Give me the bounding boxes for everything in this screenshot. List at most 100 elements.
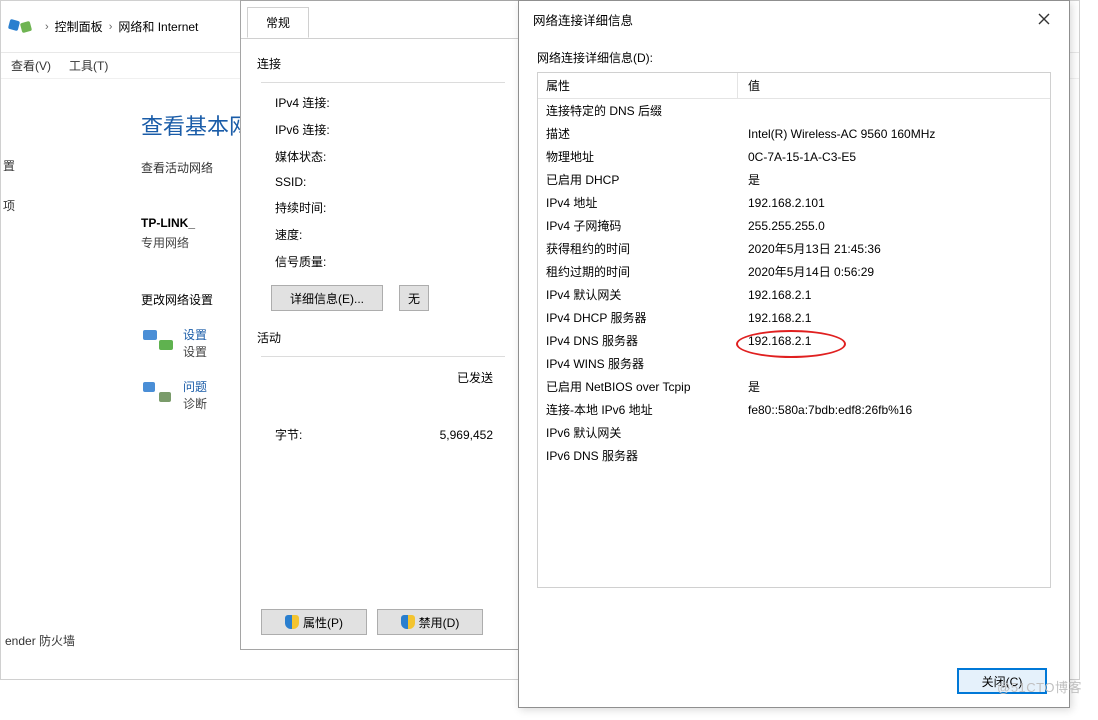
property-label: IPv4 默认网关 bbox=[538, 286, 738, 303]
property-value: 192.168.2.1 bbox=[738, 311, 1050, 325]
row-speed: 速度: bbox=[261, 221, 505, 248]
property-label: 连接-本地 IPv6 地址 bbox=[538, 401, 738, 418]
divider bbox=[261, 356, 505, 357]
table-row[interactable]: IPv4 WINS 服务器 bbox=[538, 352, 1050, 375]
table-row[interactable]: 物理地址0C-7A-15-1A-C3-E5 bbox=[538, 145, 1050, 168]
close-icon bbox=[1038, 13, 1050, 25]
properties-button[interactable]: 属性(P) bbox=[261, 609, 367, 635]
property-label: IPv4 DNS 服务器 bbox=[538, 332, 738, 349]
table-row[interactable]: 租约过期的时间2020年5月14日 0:56:29 bbox=[538, 260, 1050, 283]
row-ipv4-connectivity: IPv4 连接: bbox=[261, 89, 505, 116]
button-label: 禁用(D) bbox=[419, 614, 460, 631]
task-description: 诊断 bbox=[183, 397, 207, 411]
divider bbox=[261, 82, 505, 83]
tab-general[interactable]: 常规 bbox=[247, 7, 309, 38]
property-label: 租约过期的时间 bbox=[538, 263, 738, 280]
breadcrumb-item[interactable]: 网络和 Internet bbox=[118, 18, 198, 35]
task-description: 设置 bbox=[183, 345, 207, 359]
table-row[interactable]: 连接-本地 IPv6 地址fe80::580a:7bdb:edf8:26fb%1… bbox=[538, 398, 1050, 421]
table-row[interactable]: 已启用 DHCP是 bbox=[538, 168, 1050, 191]
button-label: 属性(P) bbox=[303, 614, 343, 631]
property-label: 连接特定的 DNS 后缀 bbox=[538, 102, 738, 119]
property-label: IPv4 地址 bbox=[538, 194, 738, 211]
uac-shield-icon bbox=[285, 615, 299, 629]
list-header: 属性 值 bbox=[538, 73, 1050, 99]
uac-shield-icon bbox=[401, 615, 415, 629]
table-row[interactable]: IPv4 DNS 服务器192.168.2.1 bbox=[538, 329, 1050, 352]
table-row[interactable]: IPv4 DHCP 服务器192.168.2.1 bbox=[538, 306, 1050, 329]
row-ipv6-connectivity: IPv6 连接: bbox=[261, 116, 505, 143]
dialog-footer: 关闭(C) bbox=[519, 655, 1069, 707]
close-dialog-button[interactable]: 关闭(C) bbox=[957, 668, 1047, 694]
wlan-status-dialog: 常规 连接 IPv4 连接: IPv6 连接: 媒体状态: SSID: 持续时间… bbox=[240, 0, 522, 650]
row-duration: 持续时间: bbox=[261, 194, 505, 221]
label: 持续时间: bbox=[261, 199, 421, 216]
group-activity: 活动 bbox=[257, 329, 505, 346]
column-value[interactable]: 值 bbox=[738, 73, 1050, 98]
task-link[interactable]: 问题 bbox=[183, 380, 207, 394]
table-row[interactable]: IPv6 默认网关 bbox=[538, 421, 1050, 444]
property-label: 描述 bbox=[538, 125, 738, 142]
label: IPv4 连接: bbox=[261, 94, 421, 111]
label: 信号质量: bbox=[261, 253, 421, 270]
table-row[interactable]: 描述Intel(R) Wireless-AC 9560 160MHz bbox=[538, 122, 1050, 145]
dialog-body: 连接 IPv4 连接: IPv6 连接: 媒体状态: SSID: 持续时间: 速… bbox=[241, 39, 521, 601]
menu-view[interactable]: 查看(V) bbox=[11, 57, 51, 74]
property-label: 获得租约的时间 bbox=[538, 240, 738, 257]
table-row[interactable]: IPv4 地址192.168.2.101 bbox=[538, 191, 1050, 214]
activity-bytes-row: 字节: 5,969,452 bbox=[261, 420, 505, 449]
table-row[interactable]: 连接特定的 DNS 后缀 bbox=[538, 99, 1050, 122]
label: IPv6 连接: bbox=[261, 121, 421, 138]
property-value: 0C-7A-15-1A-C3-E5 bbox=[738, 150, 1050, 164]
details-button[interactable]: 详细信息(E)... bbox=[271, 285, 383, 311]
network-center-icon bbox=[7, 16, 33, 38]
details-list[interactable]: 属性 值 连接特定的 DNS 后缀描述Intel(R) Wireless-AC … bbox=[537, 72, 1051, 588]
property-value: fe80::580a:7bdb:edf8:26fb%16 bbox=[738, 403, 1050, 417]
property-label: IPv4 子网掩码 bbox=[538, 217, 738, 234]
row-signal: 信号质量: bbox=[261, 248, 505, 275]
column-property[interactable]: 属性 bbox=[538, 73, 738, 98]
troubleshoot-icon bbox=[141, 378, 175, 404]
wireless-properties-button[interactable]: 无 bbox=[399, 285, 429, 311]
breadcrumb-item[interactable]: 控制面板 bbox=[55, 18, 103, 35]
property-value: Intel(R) Wireless-AC 9560 160MHz bbox=[738, 127, 1050, 141]
related-link-firewall[interactable]: ender 防火墙 bbox=[5, 632, 75, 649]
dialog-body: 网络连接详细信息(D): 属性 值 连接特定的 DNS 后缀描述Intel(R)… bbox=[519, 37, 1069, 655]
label: 速度: bbox=[261, 226, 421, 243]
label: 媒体状态: bbox=[261, 148, 421, 165]
property-value: 192.168.2.1 bbox=[738, 288, 1050, 302]
property-label: IPv4 WINS 服务器 bbox=[538, 355, 738, 372]
property-label: IPv6 DNS 服务器 bbox=[538, 447, 738, 464]
network-details-dialog: 网络连接详细信息 网络连接详细信息(D): 属性 值 连接特定的 DNS 后缀描… bbox=[518, 0, 1070, 708]
activity-header: 已发送 bbox=[261, 363, 505, 392]
property-value: 2020年5月14日 0:56:29 bbox=[738, 263, 1050, 280]
table-row[interactable]: 获得租约的时间2020年5月13日 21:45:36 bbox=[538, 237, 1050, 260]
table-row[interactable]: 已启用 NetBIOS over Tcpip是 bbox=[538, 375, 1050, 398]
list-label: 网络连接详细信息(D): bbox=[537, 49, 1051, 66]
list-body: 连接特定的 DNS 后缀描述Intel(R) Wireless-AC 9560 … bbox=[538, 99, 1050, 467]
row-media-state: 媒体状态: bbox=[261, 143, 505, 170]
property-value: 是 bbox=[738, 378, 1050, 395]
property-value: 192.168.2.1 bbox=[738, 334, 1050, 348]
close-button[interactable] bbox=[1027, 5, 1061, 33]
property-value: 是 bbox=[738, 171, 1050, 188]
group-connection: 连接 bbox=[257, 55, 505, 72]
property-label: IPv4 DHCP 服务器 bbox=[538, 309, 738, 326]
task-link[interactable]: 设置 bbox=[183, 328, 207, 342]
property-value: 192.168.2.101 bbox=[738, 196, 1050, 210]
property-label: 已启用 DHCP bbox=[538, 171, 738, 188]
row-ssid: SSID: bbox=[261, 170, 505, 194]
menu-tools[interactable]: 工具(T) bbox=[69, 57, 108, 74]
table-row[interactable]: IPv4 默认网关192.168.2.1 bbox=[538, 283, 1050, 306]
bytes-sent-value: 5,969,452 bbox=[345, 428, 501, 442]
table-row[interactable]: IPv6 DNS 服务器 bbox=[538, 444, 1050, 467]
network-setup-icon bbox=[141, 326, 175, 352]
tab-strip: 常规 bbox=[241, 1, 521, 39]
bytes-label: 字节: bbox=[275, 426, 345, 443]
breadcrumb-sep: › bbox=[109, 21, 113, 33]
dialog-footer: 属性(P) 禁用(D) bbox=[241, 601, 521, 649]
title-bar: 网络连接详细信息 bbox=[519, 1, 1069, 37]
table-row[interactable]: IPv4 子网掩码255.255.255.0 bbox=[538, 214, 1050, 237]
dialog-title: 网络连接详细信息 bbox=[533, 10, 1027, 29]
disable-button[interactable]: 禁用(D) bbox=[377, 609, 483, 635]
